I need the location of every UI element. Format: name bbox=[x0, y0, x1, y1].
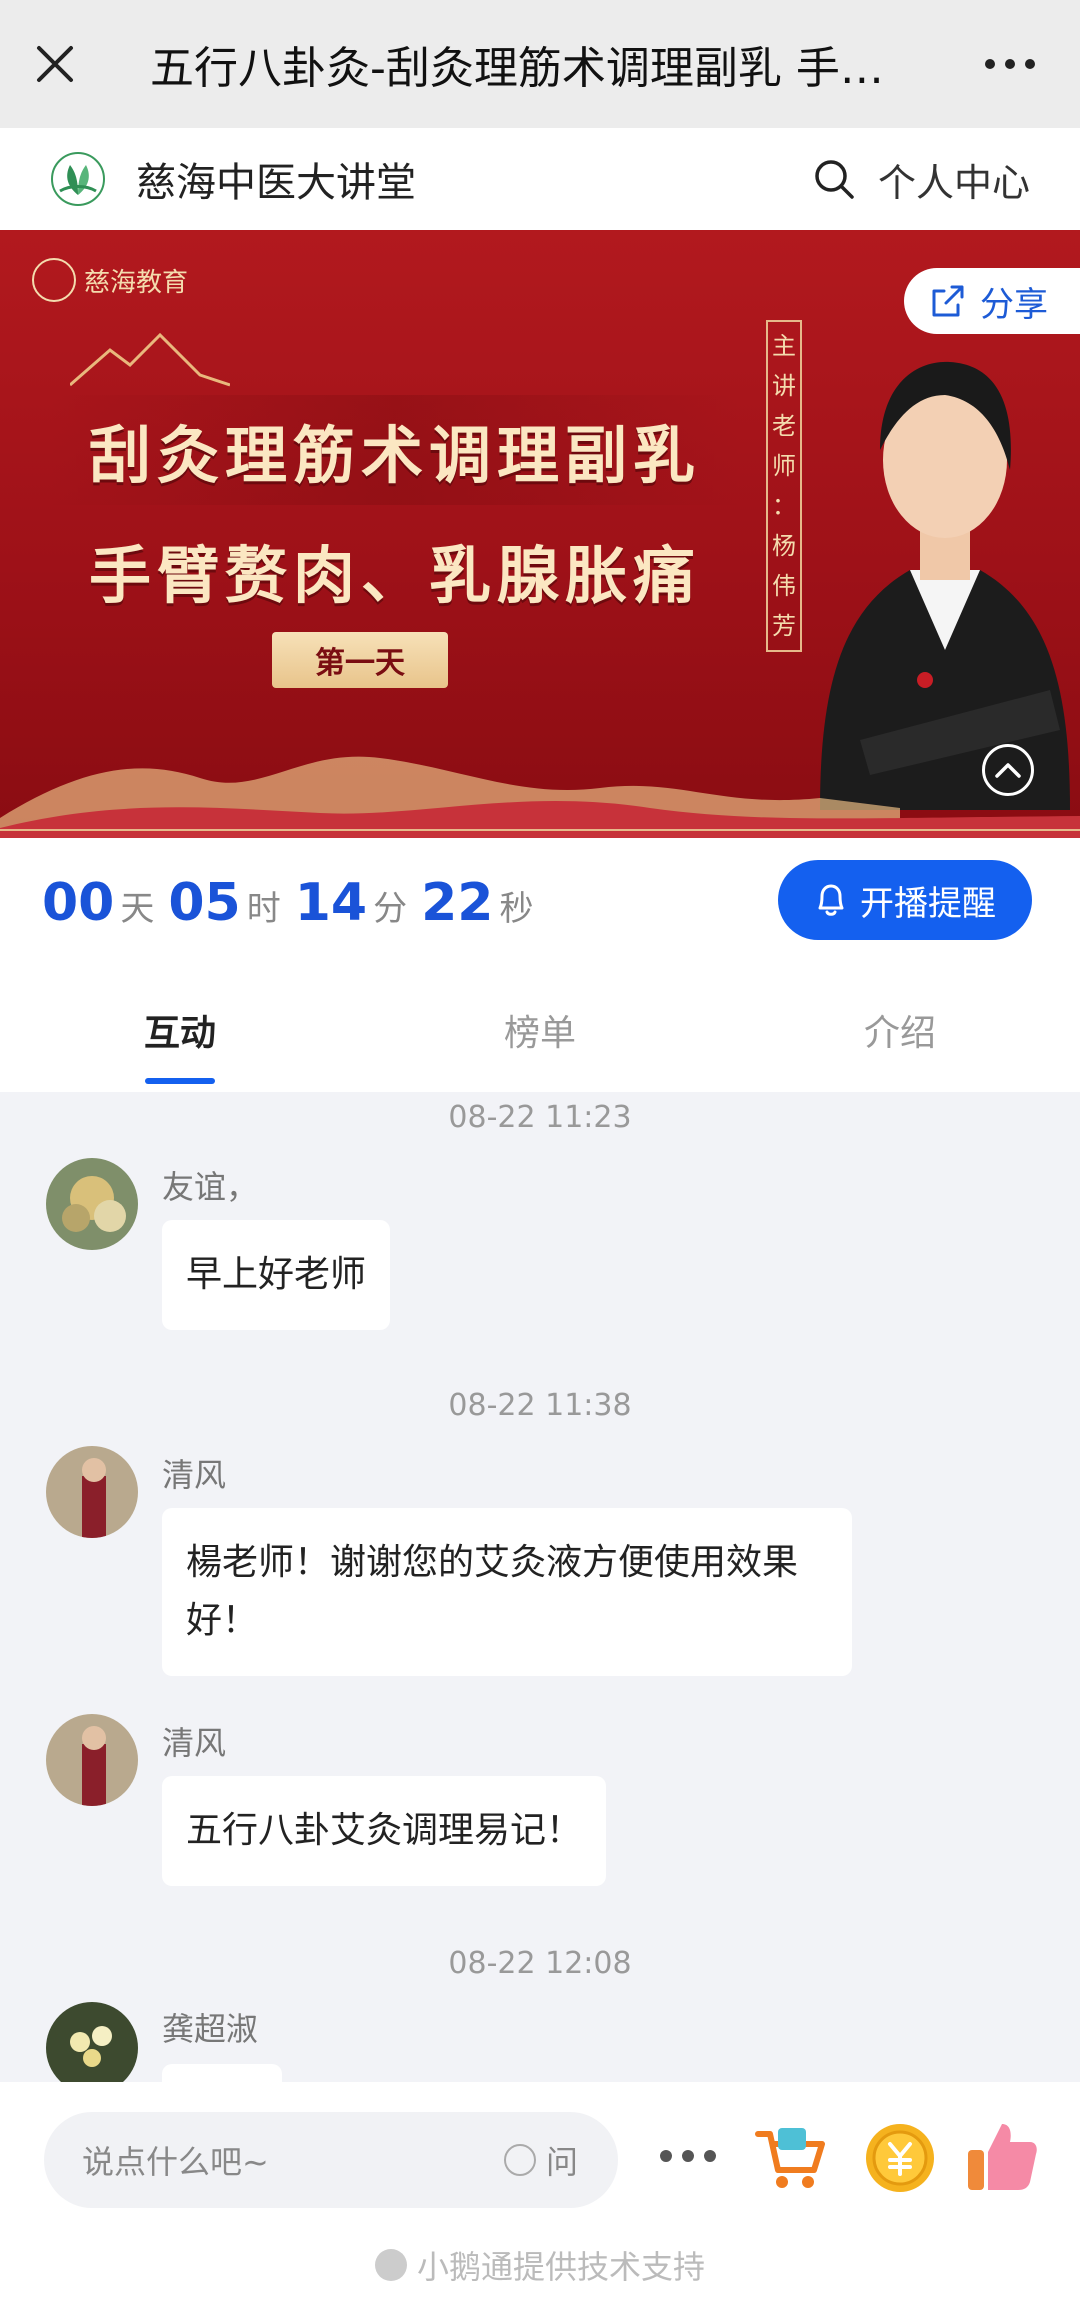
tech-support-text: 小鹅通提供技术支持 bbox=[416, 2248, 705, 2286]
countdown-minutes-unit: 分 bbox=[373, 889, 408, 929]
live-reminder-label: 开播提醒 bbox=[860, 883, 996, 924]
countdown-timer: 00 天 05 时 14 分 22 秒 bbox=[42, 873, 548, 933]
bell-icon bbox=[818, 884, 844, 916]
search-icon[interactable] bbox=[812, 157, 856, 201]
chat-username: 清风 bbox=[162, 1724, 227, 1762]
presenter-char: 杨 bbox=[772, 532, 796, 560]
shopping-cart-icon[interactable] bbox=[752, 2120, 828, 2196]
chevron-up-icon bbox=[995, 763, 1021, 778]
presenter-char: ： bbox=[772, 492, 796, 520]
presenter-label: 主 讲 老 师 ： 杨 伟 芳 bbox=[766, 320, 802, 652]
avatar[interactable] bbox=[46, 2002, 138, 2082]
countdown-days: 00 bbox=[42, 873, 115, 933]
tab-ranking[interactable]: 榜单 bbox=[360, 968, 720, 1092]
chat-list[interactable]: 08-22 11:23 友谊， 早上好老师 08-22 11:38 清风 楊老师… bbox=[0, 1092, 1080, 2082]
personal-center-link[interactable]: 个人中心 bbox=[878, 152, 1030, 207]
presenter-char: 伟 bbox=[772, 572, 796, 600]
course-banner: 慈海教育 刮灸理筋术调理副乳 手臂赘肉、乳腺胀痛 第一天 主 讲 老 师 ： 杨… bbox=[0, 230, 1080, 838]
presenter-char: 讲 bbox=[772, 372, 796, 400]
avatar[interactable] bbox=[46, 1446, 138, 1538]
tab-bar: 互动 榜单 介绍 bbox=[0, 968, 1080, 1092]
day-badge: 第一天 bbox=[272, 632, 448, 688]
countdown-minutes: 14 bbox=[294, 873, 368, 933]
countdown-days-unit: 天 bbox=[120, 889, 155, 929]
tab-intro[interactable]: 介绍 bbox=[720, 968, 1080, 1092]
ask-label: 问 bbox=[545, 2143, 578, 2181]
tab-interaction[interactable]: 互动 bbox=[0, 968, 360, 1092]
org-logo-text: 慈海教育 bbox=[84, 267, 189, 298]
presenter-char: 主 bbox=[772, 332, 796, 360]
org-logo: 慈海教育 bbox=[32, 258, 188, 302]
more-icon[interactable] bbox=[940, 0, 1080, 128]
chat-message: 早上好老师 bbox=[162, 1220, 391, 1330]
ask-question-toggle[interactable]: 问 bbox=[503, 2137, 578, 2183]
avatar[interactable] bbox=[46, 1714, 138, 1806]
share-button[interactable]: 分享 bbox=[904, 268, 1080, 334]
like-icon[interactable] bbox=[962, 2116, 1042, 2196]
bottom-bar: 说点什么吧~ 问 小鹅通提供技术支持 bbox=[0, 2082, 1080, 2316]
tech-support-footer: 小鹅通提供技术支持 bbox=[0, 2242, 1080, 2288]
brand-bar: 慈海中医大讲堂 个人中心 bbox=[0, 128, 1080, 230]
comment-placeholder: 说点什么吧~ bbox=[82, 2143, 269, 2181]
countdown-bar: 00 天 05 时 14 分 22 秒 开播提醒 bbox=[0, 838, 1080, 968]
presenter-char: 老 bbox=[772, 412, 796, 440]
xiaoe-logo-icon bbox=[374, 2249, 407, 2281]
chat-username: 清风 bbox=[162, 1456, 227, 1494]
chat-message bbox=[162, 2064, 282, 2082]
chat-timestamp: 08-22 12:08 bbox=[448, 1946, 632, 1981]
radio-icon bbox=[503, 2144, 536, 2176]
share-icon bbox=[932, 285, 964, 317]
comment-input[interactable]: 说点什么吧~ 问 bbox=[44, 2112, 618, 2208]
more-options-icon[interactable] bbox=[660, 2150, 716, 2162]
mountain-decoration-icon bbox=[70, 332, 230, 387]
chat-username: 龚超淑 bbox=[162, 2010, 259, 2048]
hills-decoration-icon bbox=[0, 756, 1080, 838]
banner-headline-1: 刮灸理筋术调理副乳 bbox=[50, 395, 740, 505]
share-label: 分享 bbox=[980, 284, 1048, 325]
collapse-button[interactable] bbox=[982, 744, 1034, 796]
chat-timestamp: 08-22 11:38 bbox=[448, 1388, 632, 1423]
reward-coin-icon[interactable] bbox=[862, 2120, 938, 2196]
presenter-char: 师 bbox=[772, 452, 796, 480]
chat-message: 五行八卦艾灸调理易记！ bbox=[162, 1776, 607, 1886]
chat-username: 友谊， bbox=[162, 1168, 259, 1206]
presenter-char: 芳 bbox=[772, 612, 796, 640]
countdown-hours-unit: 时 bbox=[246, 889, 281, 929]
brand-name: 慈海中医大讲堂 bbox=[136, 160, 416, 206]
close-icon[interactable] bbox=[0, 0, 110, 128]
live-reminder-button[interactable]: 开播提醒 bbox=[778, 860, 1032, 940]
countdown-seconds-unit: 秒 bbox=[499, 889, 534, 929]
page-title: 五行八卦灸-刮灸理筋术调理副乳 手… bbox=[150, 43, 884, 94]
banner-headline-2: 手臂赘肉、乳腺胀痛 bbox=[88, 539, 701, 612]
countdown-seconds: 22 bbox=[421, 873, 494, 933]
brand-logo-icon bbox=[51, 152, 105, 206]
chat-timestamp: 08-22 11:23 bbox=[448, 1100, 632, 1135]
org-seal-icon bbox=[32, 258, 76, 302]
avatar[interactable] bbox=[46, 1158, 138, 1250]
chat-message: 楊老师！谢谢您的艾灸液方便使用效果好！ bbox=[162, 1508, 852, 1676]
countdown-hours: 05 bbox=[168, 873, 241, 933]
title-bar: 五行八卦灸-刮灸理筋术调理副乳 手… bbox=[0, 0, 1080, 128]
